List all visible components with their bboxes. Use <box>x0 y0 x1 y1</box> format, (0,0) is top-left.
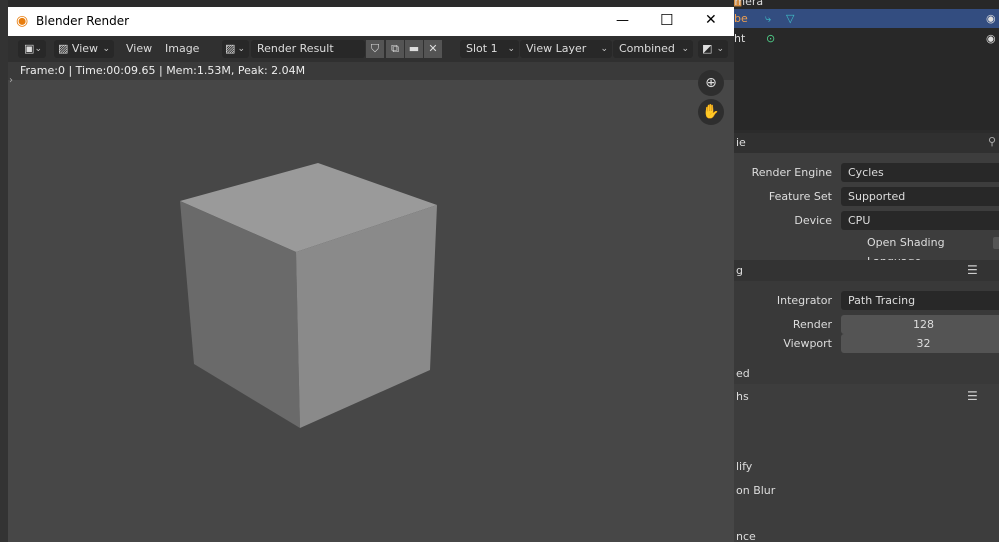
duplicate-icon[interactable]: ⧉ <box>386 40 404 58</box>
render-engine-label: Render Engine <box>751 166 832 179</box>
outliner-label: ht <box>734 32 746 45</box>
render-samples-field[interactable]: 128 <box>841 315 999 334</box>
render-info-bar: Frame:0 | Time:00:09.65 | Mem:1.53M, Pea… <box>8 62 734 80</box>
slot-value: Slot 1 <box>466 42 498 55</box>
integrator-dropdown[interactable]: Path Tracing <box>841 291 999 310</box>
panel-title: ie <box>736 136 746 149</box>
panel-header <box>734 133 999 153</box>
integrator-value: Path Tracing <box>848 294 916 307</box>
browse-image-button[interactable]: ▨ ⌄ <box>222 40 249 58</box>
unlink-x-icon[interactable]: ✕ <box>424 40 442 58</box>
integrator-label: Integrator <box>776 294 832 307</box>
editor-type-button[interactable]: ▣ ⌄ <box>18 40 46 58</box>
render-engine-value: Cycles <box>848 166 884 179</box>
folder-icon[interactable]: ▬ <box>405 40 423 58</box>
device-dropdown[interactable]: CPU <box>841 211 999 230</box>
device-value: CPU <box>848 214 871 227</box>
render-samples-label: Render <box>792 318 832 331</box>
image-editor-icon: ▣ <box>24 42 35 55</box>
light-icon: ⊙ <box>766 32 776 45</box>
image-editor-header: ▣ ⌄ ▨ View ⌄ View Image ▨ ⌄ Render Result ⛉… <box>8 36 734 62</box>
view-mode-dropdown[interactable]: ▨ View ⌄ <box>54 40 114 58</box>
motion-blur-panel[interactable]: on Blur <box>736 481 775 500</box>
light-paths-panel[interactable]: hs <box>736 387 749 406</box>
outliner-row-selected[interactable]: be ⤷ ▽ ◉ <box>734 9 999 28</box>
list-icon[interactable]: ☰ <box>967 387 978 406</box>
render-pass-dropdown[interactable]: Combined ⌄ <box>613 40 693 58</box>
mesh-icon: ▽ <box>786 12 795 25</box>
feature-set-dropdown[interactable]: Supported <box>841 187 999 206</box>
viewport-samples-value: 32 <box>916 337 931 350</box>
properties-panel: ie ⚲ Render Engine Cycles Feature Set Su… <box>734 133 999 542</box>
view-mode-label: View <box>71 42 99 55</box>
viewport-samples-field[interactable]: 32 <box>841 334 999 353</box>
menu-image[interactable]: Image <box>165 40 199 58</box>
background-viewport-edge <box>0 0 8 542</box>
modifier-icon: ⤷ <box>765 12 772 25</box>
display-channels-icon: ◩ <box>702 42 713 55</box>
render-image <box>180 163 437 428</box>
sampling-header[interactable] <box>734 260 999 281</box>
performance-panel[interactable]: nce <box>736 527 756 542</box>
maximize-button[interactable]: ☐ <box>660 11 673 29</box>
pin-icon[interactable]: ⚲ <box>988 135 996 148</box>
list-icon[interactable]: ☰ <box>967 261 978 280</box>
feature-set-value: Supported <box>848 190 906 203</box>
view-layer-value: View Layer <box>526 42 587 55</box>
outliner-row-light[interactable]: ht ⊙ ◉ <box>734 29 999 48</box>
osl-checkbox[interactable] <box>993 237 999 249</box>
outliner: ■ Camera be ⤷ ▽ ◉ ht ⊙ ◉ <box>734 0 999 130</box>
display-channels-dropdown[interactable]: ◩ ⌄ <box>698 40 728 58</box>
render-stats: Frame:0 | Time:00:09.65 | Mem:1.53M, Pea… <box>20 64 306 77</box>
title-bar[interactable]: ◉ Blender Render — ☐ ✕ <box>8 7 734 36</box>
render-window: ◉ Blender Render — ☐ ✕ ▣ ⌄ ▨ View ⌄ View I… <box>8 7 734 542</box>
image-icon: ▨ <box>225 42 236 55</box>
close-button[interactable]: ✕ <box>705 12 717 28</box>
blender-logo-icon: ◉ <box>16 13 29 29</box>
view-layer-dropdown[interactable]: View Layer ⌄ <box>520 40 612 58</box>
outliner-label: be <box>734 12 748 25</box>
eye-icon[interactable]: ◉ <box>986 9 996 28</box>
image-name-value: Render Result <box>257 42 334 55</box>
render-engine-dropdown[interactable]: Cycles <box>841 163 999 182</box>
advanced-subpanel[interactable]: ed <box>736 364 750 383</box>
render-samples-value: 128 <box>913 318 934 331</box>
zoom-icon[interactable]: ⊕ <box>698 70 724 96</box>
sidebar-toggle-arrow-icon[interactable]: › <box>9 75 13 86</box>
image-icon: ▨ <box>58 42 69 55</box>
pan-hand-icon[interactable]: ✋ <box>698 99 724 125</box>
eye-icon[interactable]: ◉ <box>986 29 996 48</box>
minimize-button[interactable]: — <box>616 13 629 28</box>
sampling-title: g <box>736 264 743 277</box>
image-name-field[interactable]: Render Result <box>251 40 365 58</box>
fake-user-shield-icon[interactable]: ⛉ <box>366 40 384 58</box>
window-title: Blender Render <box>36 14 130 28</box>
viewport-samples-label: Viewport <box>783 337 832 350</box>
device-label: Device <box>794 214 832 227</box>
render-pass-value: Combined <box>619 42 675 55</box>
slot-dropdown[interactable]: Slot 1 ⌄ <box>460 40 519 58</box>
menu-view[interactable]: View <box>126 40 152 58</box>
simplify-panel[interactable]: lify <box>736 457 752 476</box>
render-canvas[interactable]: ⊕ ✋ <box>20 70 734 542</box>
feature-set-label: Feature Set <box>768 190 832 203</box>
